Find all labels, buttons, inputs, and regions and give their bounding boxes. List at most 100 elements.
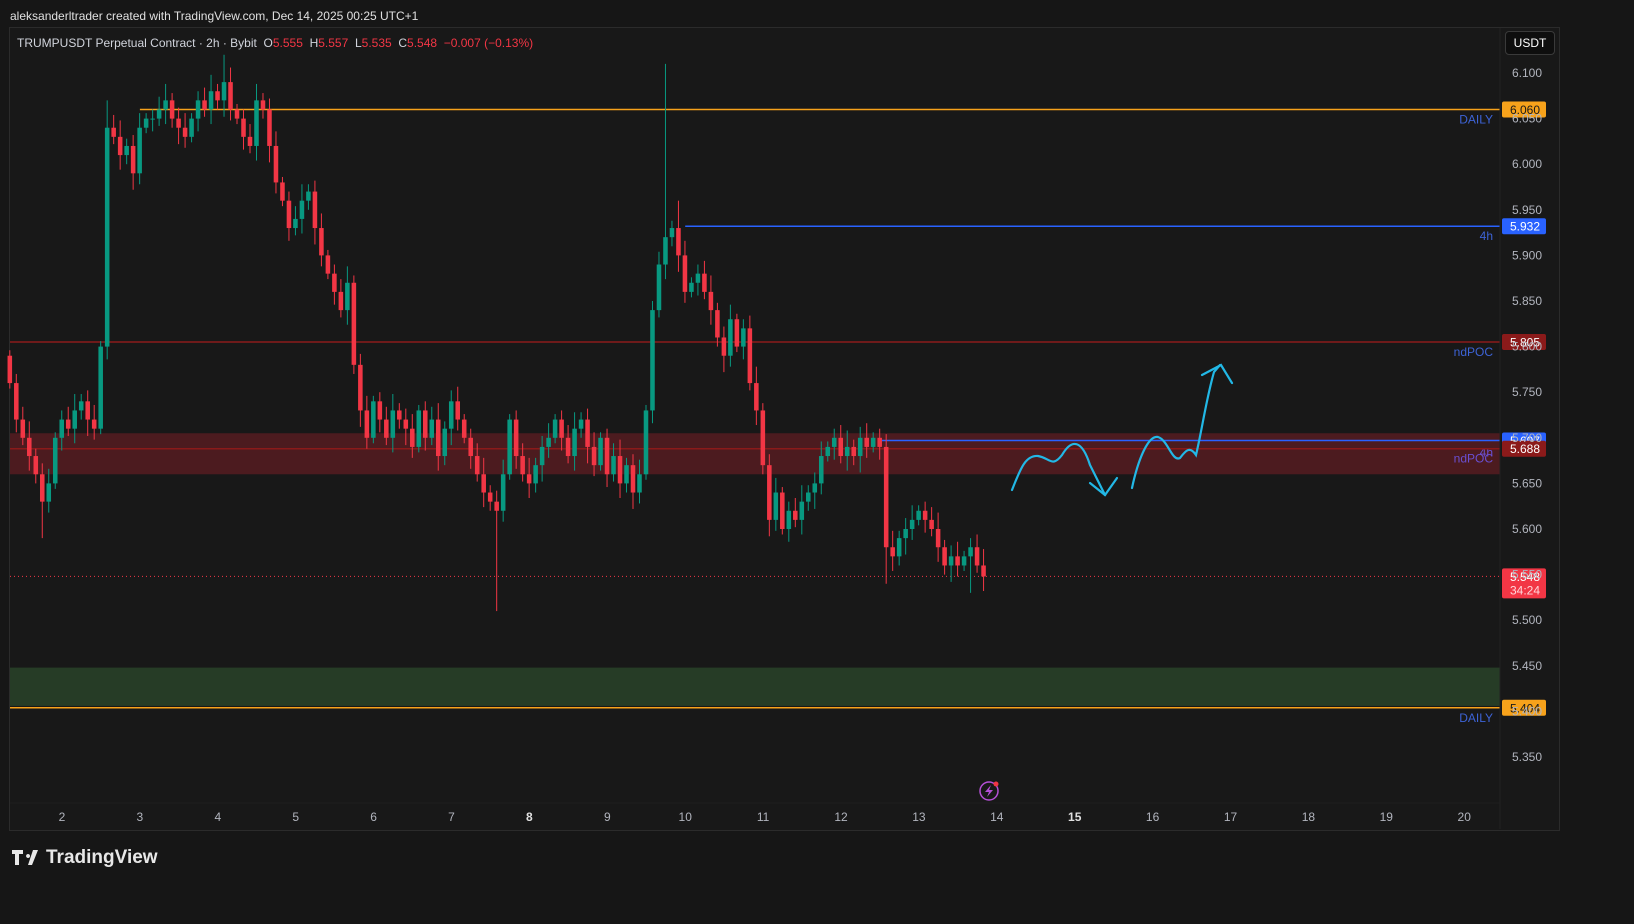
candle-body (130, 145, 136, 174)
candle-body (630, 465, 636, 493)
candle-body (377, 401, 383, 420)
x-tick-label: 12 (834, 810, 848, 824)
candle-body (117, 136, 123, 156)
candle-body (39, 474, 45, 502)
x-tick-label: 8 (526, 810, 533, 824)
candle-body (195, 100, 201, 119)
y-tick-label: 6.100 (1512, 66, 1542, 80)
candle-body (104, 127, 110, 347)
y-tick-label: 5.400 (1512, 704, 1542, 718)
candle-body (33, 456, 39, 475)
candle-body (293, 218, 298, 229)
low-value: 5.535 (361, 36, 392, 50)
candle-body (241, 118, 246, 137)
candle-body (27, 437, 32, 457)
candle-body (91, 419, 97, 429)
close-value: 5.548 (407, 36, 438, 50)
currency-button[interactable]: USDT (1505, 31, 1555, 55)
candle-body (325, 255, 331, 274)
candle-body (156, 109, 162, 119)
price-zone (10, 667, 1500, 706)
candle-body (585, 419, 590, 447)
x-tick-label: 14 (990, 810, 1004, 824)
candle-body (500, 474, 506, 511)
close-label: C (398, 36, 408, 50)
candle-body (877, 437, 882, 447)
candle-body (410, 428, 415, 447)
candle-body (890, 547, 895, 557)
candle-body (637, 474, 642, 493)
candle-body (715, 310, 720, 338)
candle-body (189, 118, 194, 137)
candle-body (552, 419, 558, 438)
x-tick-label: 7 (448, 810, 455, 824)
candle-body (52, 437, 58, 484)
candle-body (319, 228, 324, 256)
level-tag: ndPOC (1454, 452, 1494, 466)
candle-body (176, 118, 181, 128)
tradingview-logo[interactable]: TradingView (12, 847, 158, 869)
x-tick-label: 9 (604, 810, 611, 824)
x-tick-label: 6 (370, 810, 377, 824)
candle-body (851, 446, 856, 457)
y-tick-label: 5.500 (1512, 613, 1542, 627)
candle-body (981, 565, 986, 577)
low-label: L (354, 36, 362, 50)
candle-body (299, 200, 305, 219)
candle-body (494, 501, 499, 511)
candle-body (267, 109, 272, 146)
candle-body (974, 547, 980, 566)
symbol-title[interactable]: TRUMPUSDT Perpetual Contract · 2h · Bybi… (17, 36, 257, 50)
candle-body (78, 401, 84, 411)
candle-body (481, 474, 486, 493)
candle-body (254, 100, 259, 146)
candle-body (461, 419, 467, 438)
candle-body (741, 328, 746, 347)
candle-body (942, 547, 947, 566)
candle-body (260, 100, 266, 110)
candle-body (831, 437, 837, 447)
tradingview-logo-icon (12, 850, 38, 865)
candle-body (403, 419, 409, 429)
candle-body (708, 291, 714, 311)
y-tick-label: 5.550 (1512, 568, 1542, 582)
candle-body (280, 182, 285, 201)
x-tick-label: 5 (292, 810, 299, 824)
candle-body (208, 91, 214, 110)
candle-body (909, 519, 915, 529)
candle-body (14, 383, 19, 420)
candle-body (682, 255, 688, 292)
candle-body (533, 465, 538, 484)
y-tick-label: 5.450 (1512, 659, 1542, 673)
candle-body (384, 419, 389, 438)
candle-body (728, 319, 733, 356)
candle-body (539, 446, 545, 466)
level-price-label: 5.932 (1510, 220, 1540, 234)
candle-body (332, 273, 337, 292)
high-label: H (309, 36, 319, 50)
candle-body (617, 456, 623, 484)
candle-body (448, 401, 454, 429)
candle-body (838, 437, 844, 457)
candle-body (870, 437, 876, 447)
candle-body (150, 118, 155, 120)
candle-body (948, 556, 954, 566)
candle-body (767, 465, 772, 520)
candle-body (721, 337, 727, 356)
candle-body (929, 519, 934, 529)
candle-body (306, 191, 311, 201)
candle-body (358, 364, 363, 411)
candle-body (98, 346, 103, 429)
candle-body (364, 410, 370, 438)
candle-body (137, 127, 142, 174)
countdown-label: 34:24 (1510, 583, 1540, 597)
candle-body (526, 474, 532, 484)
price-chart[interactable]: DAILY6.0604h5.932ndPOC5.8054h5.697ndPOC5… (0, 0, 1634, 924)
candle-body (669, 228, 675, 238)
x-tick-label: 4 (214, 810, 221, 824)
candle-body (760, 410, 766, 466)
candle-body (111, 127, 116, 137)
candle-body (903, 529, 908, 539)
candle-body (435, 419, 441, 457)
candle-body (754, 383, 759, 411)
